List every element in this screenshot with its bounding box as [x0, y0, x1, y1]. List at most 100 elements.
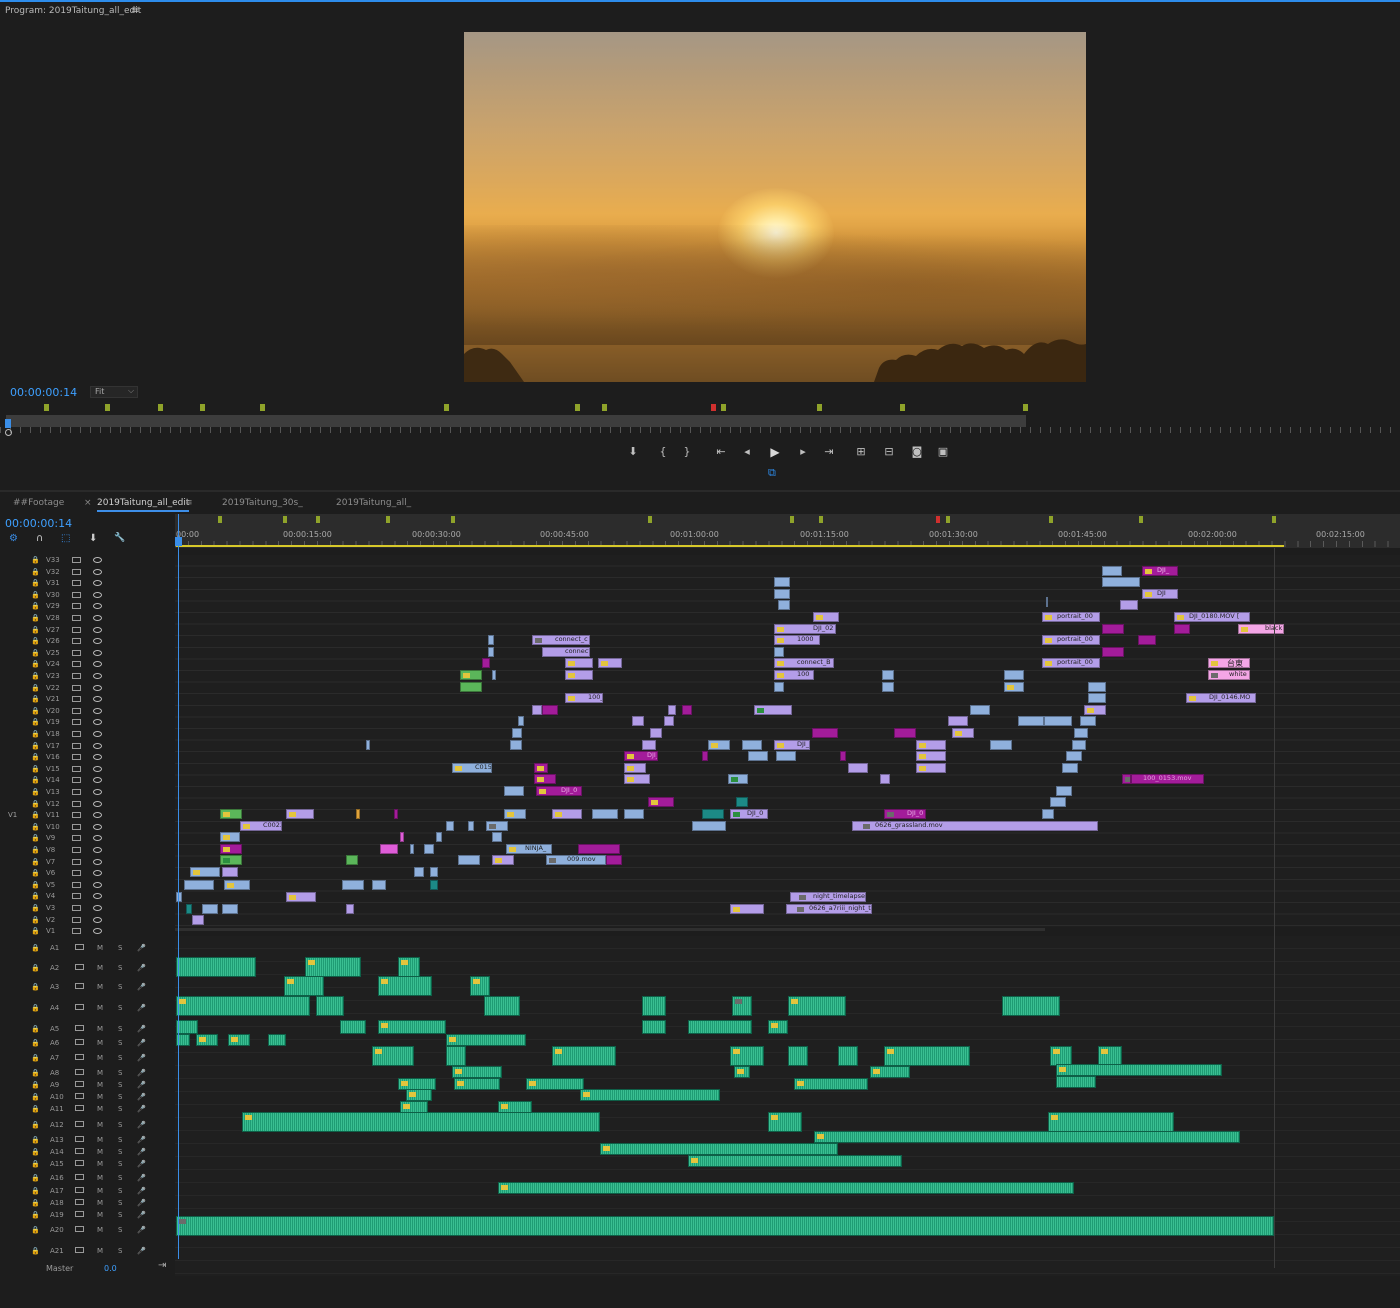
audio-clip[interactable]	[1050, 1046, 1072, 1066]
video-track-header[interactable]: 🔒 V12	[0, 799, 175, 811]
eye-icon[interactable]	[93, 835, 102, 842]
video-track-header[interactable]: 🔒 V25	[0, 648, 175, 660]
audio-clip[interactable]	[305, 957, 361, 977]
audio-clip[interactable]	[580, 1089, 720, 1101]
video-clip[interactable]	[1088, 682, 1106, 692]
lock-icon[interactable]: 🔒	[31, 846, 40, 854]
video-clip[interactable]	[730, 904, 764, 914]
video-clip[interactable]	[592, 809, 618, 819]
video-clip[interactable]	[220, 855, 242, 865]
audio-clip[interactable]	[406, 1089, 432, 1101]
lock-icon[interactable]: 🔒	[31, 695, 40, 703]
video-clip[interactable]: connect_c	[532, 635, 590, 645]
audio-clip[interactable]	[284, 976, 324, 996]
video-clip[interactable]	[916, 763, 946, 773]
marker-icon[interactable]	[1272, 516, 1276, 523]
lock-icon[interactable]: 🔒	[31, 614, 40, 622]
video-clip[interactable]	[482, 658, 490, 668]
sync-lock-icon[interactable]	[72, 823, 81, 830]
mic-icon[interactable]: 🎤	[137, 1081, 146, 1089]
video-clip[interactable]	[504, 786, 524, 796]
audio-clip[interactable]	[734, 1066, 750, 1078]
video-clip[interactable]	[692, 821, 726, 831]
mute-button[interactable]: M	[97, 1247, 103, 1255]
marker-icon[interactable]	[451, 516, 455, 523]
tab-footage[interactable]: ##Footage	[13, 498, 64, 508]
audio-clip[interactable]	[176, 1020, 198, 1034]
sync-lock-icon[interactable]	[75, 1069, 84, 1075]
tab-2019taitung-all[interactable]: 2019Taitung_all_	[336, 498, 411, 508]
lock-icon[interactable]: 🔒	[31, 1039, 40, 1047]
marker-icon[interactable]	[817, 404, 822, 411]
video-track-header[interactable]: 🔒 V31	[0, 578, 175, 590]
lock-icon[interactable]: 🔒	[31, 579, 40, 587]
video-clip[interactable]	[1120, 600, 1138, 610]
video-clip[interactable]	[708, 740, 730, 750]
marker-icon[interactable]	[105, 404, 110, 411]
lock-icon[interactable]: 🔒	[31, 568, 40, 576]
video-clip[interactable]	[565, 658, 593, 668]
video-clip[interactable]	[1046, 597, 1048, 607]
lock-icon[interactable]: 🔒	[31, 637, 40, 645]
video-clip[interactable]	[664, 716, 674, 726]
eye-icon[interactable]	[93, 800, 102, 807]
lock-icon[interactable]: 🔒	[31, 788, 40, 796]
sync-lock-icon[interactable]	[72, 870, 81, 877]
video-clip[interactable]: DJI_0	[730, 809, 768, 819]
video-clip[interactable]	[492, 855, 514, 865]
audio-clip[interactable]	[688, 1155, 902, 1167]
lock-icon[interactable]: 🔒	[31, 1247, 40, 1255]
video-clip[interactable]	[880, 774, 890, 784]
audio-clip[interactable]	[526, 1078, 584, 1090]
close-icon[interactable]: ×	[84, 498, 92, 508]
mic-icon[interactable]: 🎤	[137, 983, 146, 991]
button-editor-icon[interactable]: ⧉	[768, 466, 776, 480]
step-forward-button[interactable]: ▸	[796, 444, 810, 460]
audio-clip[interactable]	[600, 1143, 838, 1155]
video-clip[interactable]	[518, 716, 524, 726]
lock-icon[interactable]: 🔒	[31, 765, 40, 773]
audio-clip[interactable]	[470, 976, 490, 996]
video-clip[interactable]: connect	[542, 647, 590, 657]
video-clip[interactable]	[1174, 624, 1190, 634]
marker-icon[interactable]	[819, 516, 823, 523]
lock-icon[interactable]: 🔒	[31, 1187, 40, 1195]
source-patch-v1[interactable]: V1	[8, 811, 17, 819]
audio-clip[interactable]	[788, 1046, 808, 1066]
sync-lock-icon[interactable]	[72, 580, 81, 587]
marker-icon[interactable]	[946, 516, 950, 523]
video-clip[interactable]	[400, 832, 404, 842]
solo-button[interactable]: S	[118, 1160, 122, 1168]
audio-clip[interactable]	[1098, 1046, 1122, 1066]
video-clip[interactable]	[186, 904, 192, 914]
mark-out-button[interactable]: }	[680, 444, 694, 460]
mini-timeline-bar[interactable]	[6, 415, 1026, 427]
video-clip[interactable]	[486, 821, 508, 831]
lock-icon[interactable]: 🔒	[31, 1093, 40, 1101]
audio-clip[interactable]	[642, 996, 666, 1016]
lock-icon[interactable]: 🔒	[31, 811, 40, 819]
lock-icon[interactable]: 🔒	[31, 944, 40, 952]
lock-icon[interactable]: 🔒	[31, 823, 40, 831]
eye-icon[interactable]	[93, 905, 102, 911]
work-area-bar[interactable]	[176, 545, 1284, 547]
lock-icon[interactable]: 🔒	[31, 1054, 40, 1062]
sync-lock-icon[interactable]	[72, 858, 81, 865]
sync-lock-icon[interactable]	[75, 1226, 84, 1232]
add-marker-button[interactable]: ⬇	[626, 444, 640, 460]
lock-icon[interactable]: 🔒	[31, 983, 40, 991]
mute-button[interactable]: M	[97, 964, 103, 972]
video-clip[interactable]	[948, 716, 968, 726]
panel-menu-icon[interactable]: ≡	[131, 5, 139, 16]
linked-selection-icon[interactable]: ⬚	[61, 533, 70, 544]
video-clip[interactable]	[542, 705, 558, 715]
eye-icon[interactable]	[93, 615, 102, 621]
eye-icon[interactable]	[93, 928, 102, 935]
marker-icon[interactable]	[386, 516, 390, 523]
marker-icon[interactable]	[721, 404, 726, 411]
wrench-icon[interactable]: 🔧	[114, 533, 125, 543]
video-clip[interactable]	[372, 880, 386, 890]
solo-button[interactable]: S	[118, 1226, 122, 1234]
sync-lock-icon[interactable]	[75, 1121, 84, 1127]
lock-icon[interactable]: 🔒	[31, 892, 40, 900]
